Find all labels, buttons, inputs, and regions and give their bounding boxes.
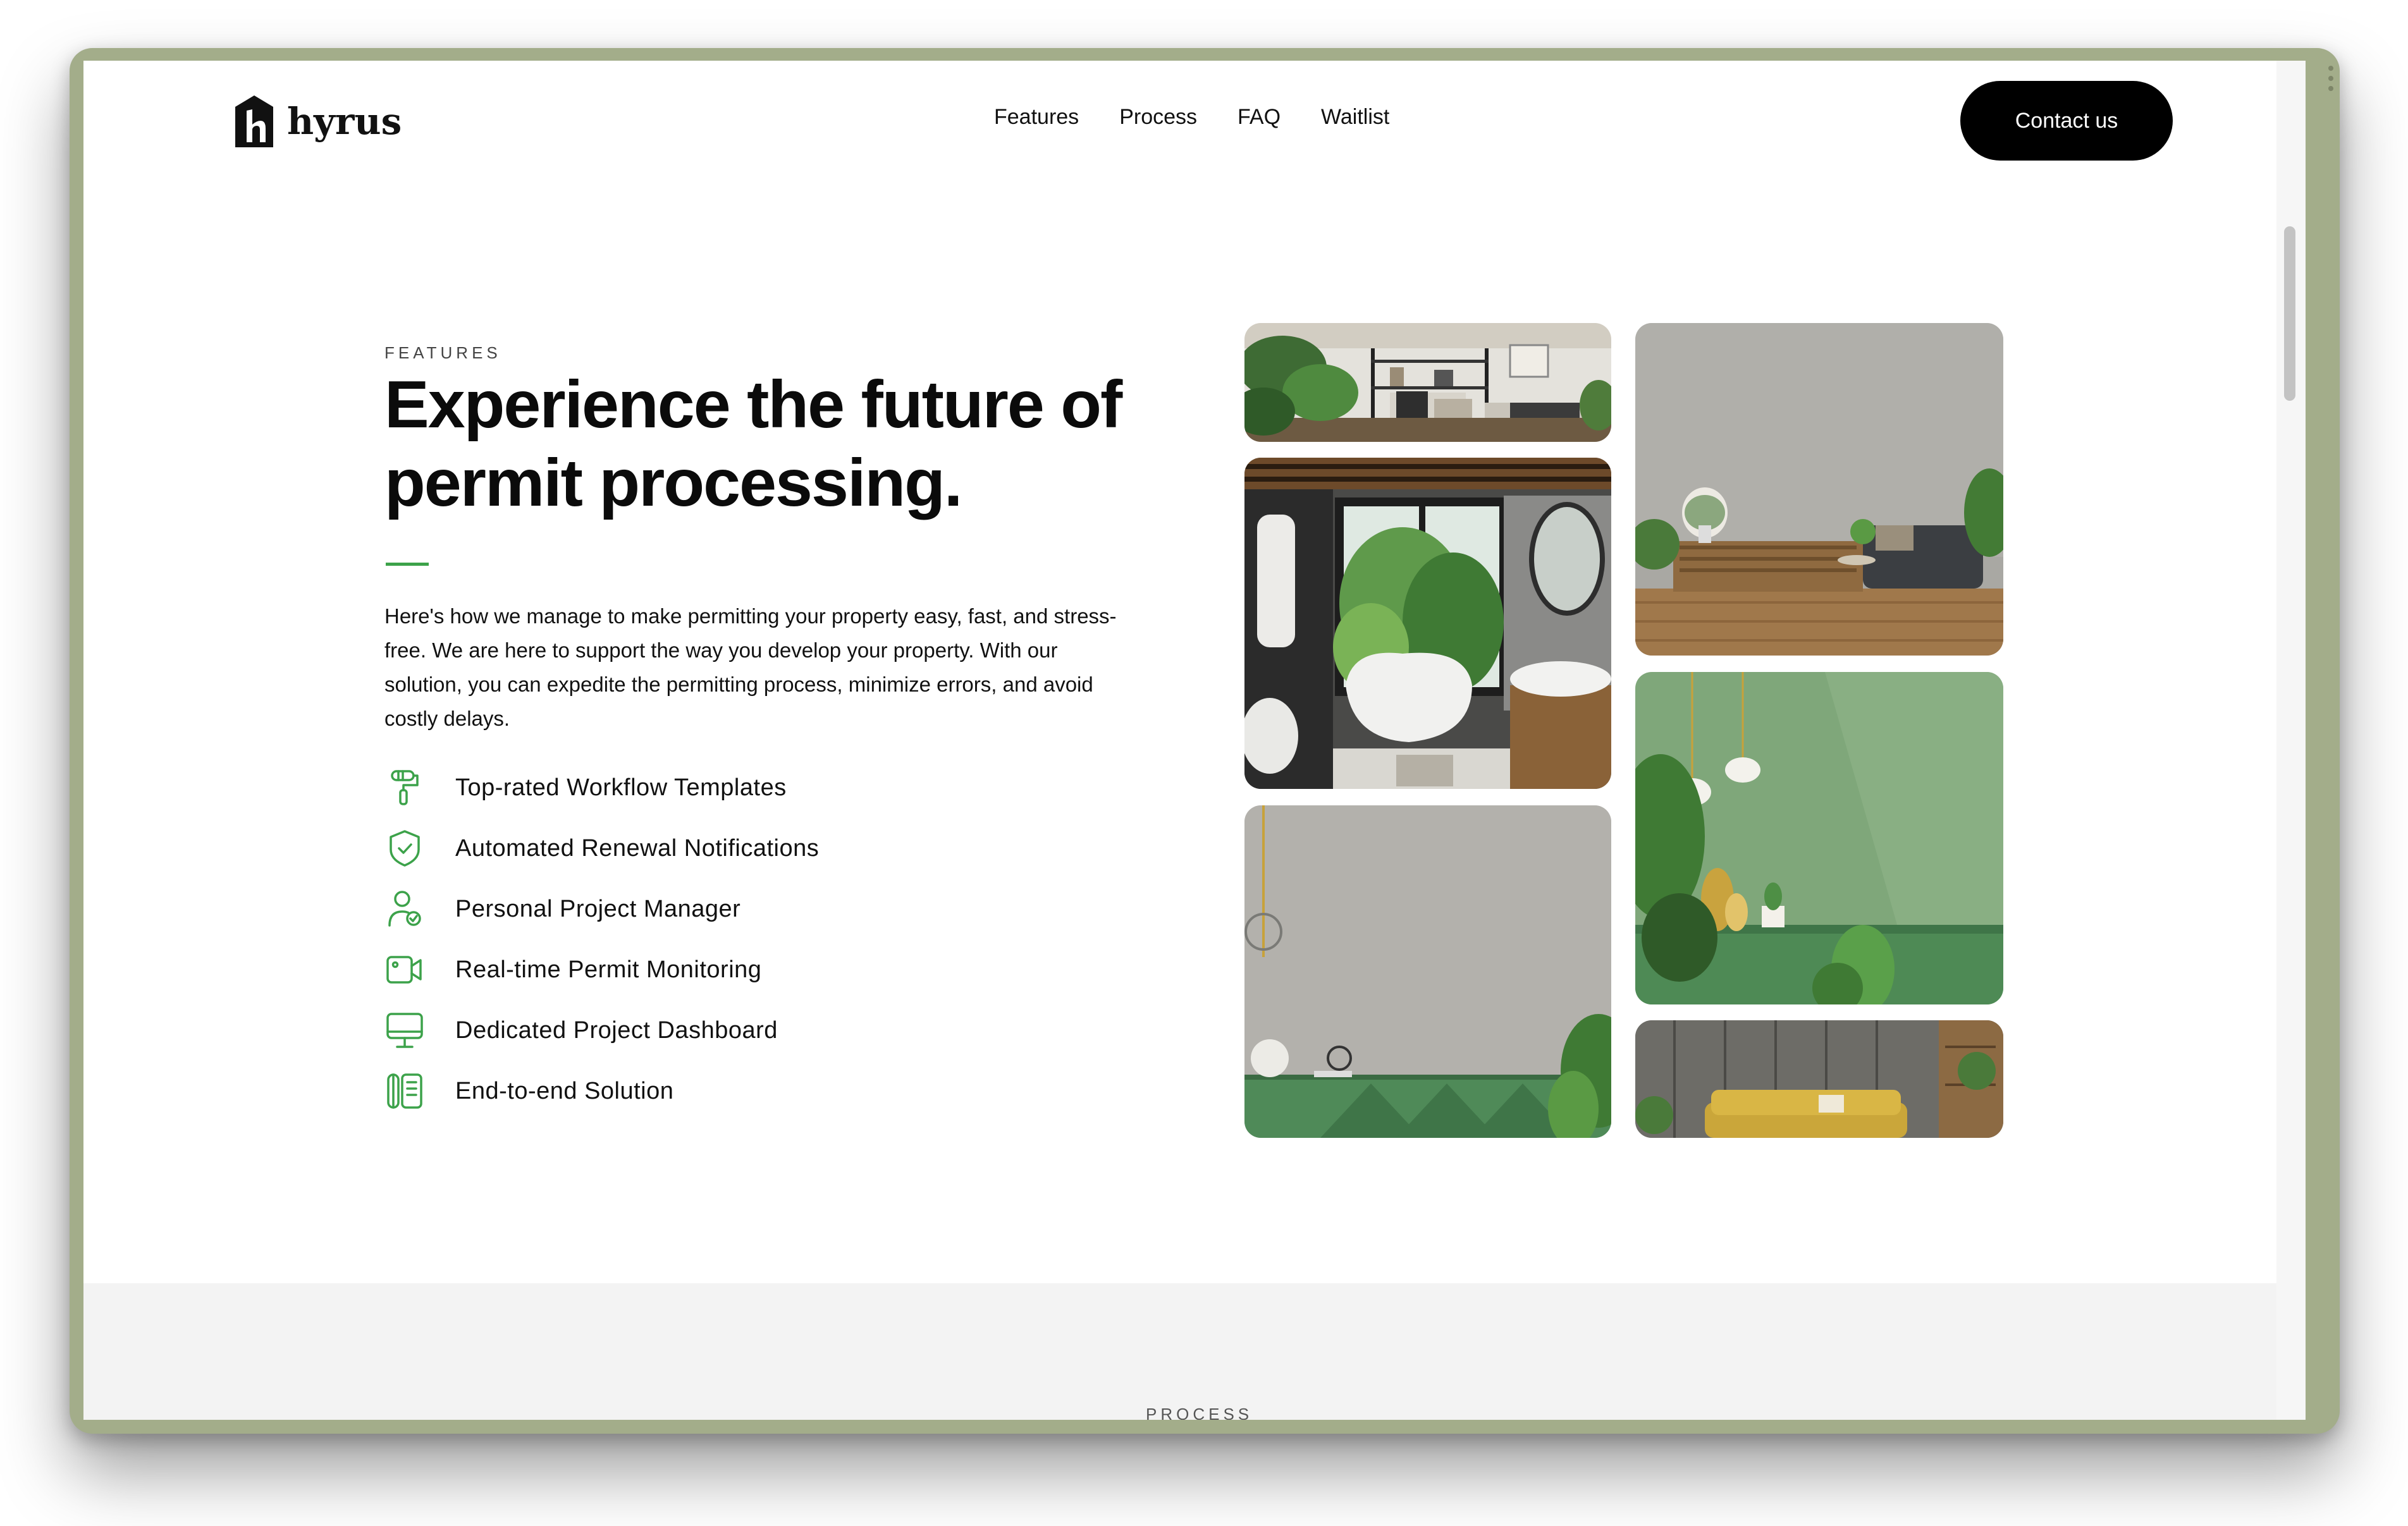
grey-wall-green-sideboard-image	[1244, 805, 1611, 1138]
main-nav: Features Process FAQ Waitlist	[994, 105, 1389, 130]
feature-label: Top-rated Workflow Templates	[455, 774, 787, 801]
feature-item: End-to-end Solution	[384, 1071, 819, 1111]
nav-link-faq[interactable]: FAQ	[1238, 105, 1281, 130]
brand-name: hyrus	[287, 100, 402, 143]
feature-item: Top-rated Workflow Templates	[384, 767, 819, 808]
yellow-sofa-image	[1635, 1020, 2003, 1138]
green-wall-pendant-image	[1635, 672, 2003, 1004]
section-eyebrow: FEATURES	[384, 343, 501, 362]
nav-link-waitlist[interactable]: Waitlist	[1321, 105, 1389, 130]
nav-link-features[interactable]: Features	[994, 105, 1079, 130]
contact-us-button[interactable]: Contact us	[1960, 81, 2173, 161]
feature-label: Dedicated Project Dashboard	[455, 1016, 778, 1044]
columns-icon	[384, 1071, 425, 1111]
house-h-logo-icon	[235, 95, 273, 147]
section-headline: Experience the future of permit processi…	[384, 365, 1207, 522]
accent-divider	[386, 563, 429, 566]
monitor-icon	[384, 1010, 425, 1051]
feature-label: Automated Renewal Notifications	[455, 834, 820, 862]
feature-list: Top-rated Workflow Templates Automated R…	[384, 767, 819, 1132]
feature-label: Personal Project Manager	[455, 895, 741, 922]
video-camera-icon	[384, 949, 425, 990]
feature-item: Real-time Permit Monitoring	[384, 949, 819, 990]
headline-line-1: Experience the future of	[384, 367, 1122, 442]
feature-label: End-to-end Solution	[455, 1077, 674, 1104]
scrollbar-thumb[interactable]	[2284, 226, 2295, 401]
feature-item: Dedicated Project Dashboard	[384, 1010, 819, 1051]
browser-window: hyrus Features Process FAQ Waitlist Cont…	[83, 61, 2306, 1420]
headline-line-2: permit processing.	[384, 446, 962, 520]
paint-roller-icon	[384, 767, 425, 808]
window-resize-grip-icon[interactable]	[2328, 66, 2335, 91]
user-check-icon	[384, 889, 425, 929]
feature-label: Real-time Permit Monitoring	[455, 956, 762, 983]
bathroom-image	[1244, 458, 1611, 789]
process-section	[83, 1283, 2276, 1420]
vertical-scrollbar[interactable]	[2276, 61, 2306, 1420]
nav-link-process[interactable]: Process	[1119, 105, 1197, 130]
feature-item: Automated Renewal Notifications	[384, 828, 819, 869]
brand-logo[interactable]: hyrus	[235, 95, 402, 147]
feature-item: Personal Project Manager	[384, 889, 819, 929]
process-eyebrow: PROCESS	[1146, 1405, 1253, 1420]
section-intro: Here's how we manage to make permitting …	[384, 604, 1117, 730]
shield-check-icon	[384, 828, 425, 869]
grey-wall-living-room-image	[1635, 323, 2003, 656]
living-room-shelves-image	[1244, 323, 1611, 442]
